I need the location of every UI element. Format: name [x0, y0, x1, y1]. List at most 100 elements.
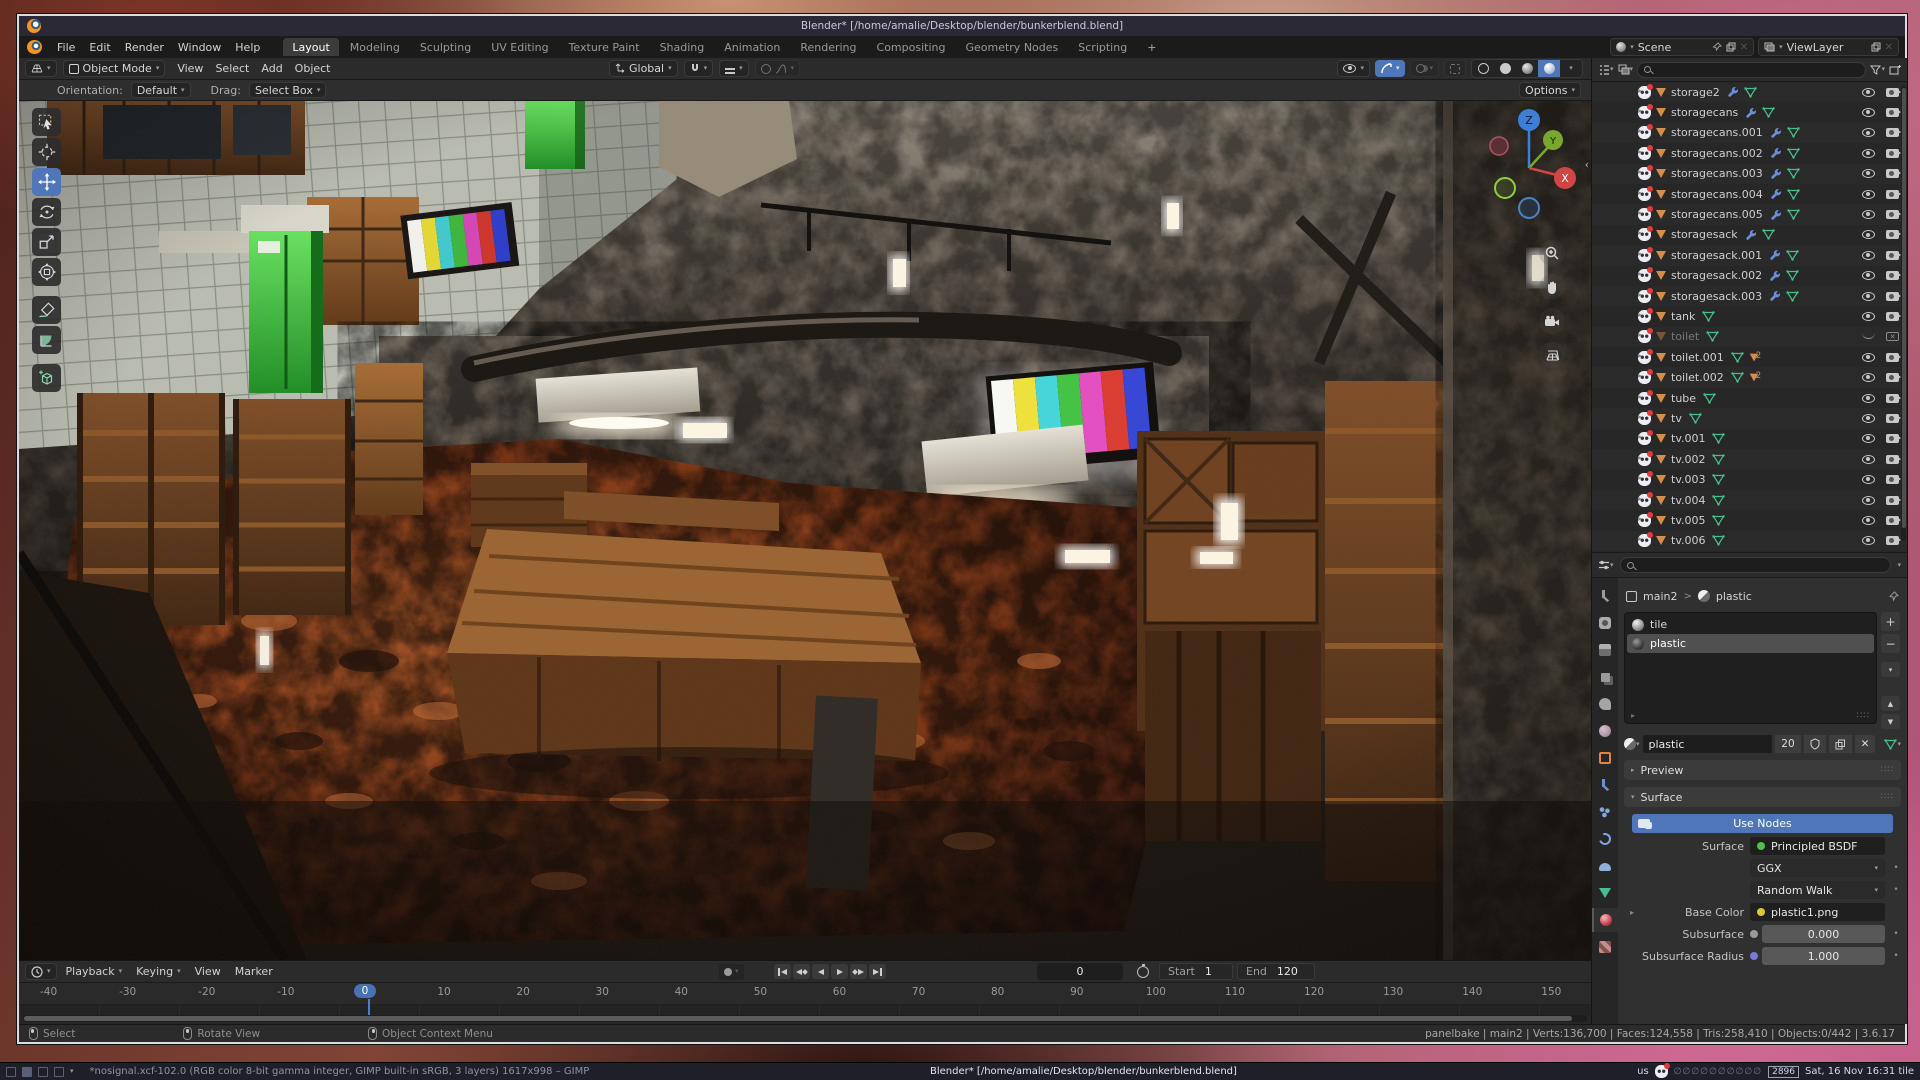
visibility-toggles[interactable]: ▾	[1337, 60, 1370, 77]
render-camera-icon[interactable]	[1886, 455, 1899, 464]
outliner-row[interactable]: ▸ tv.004	[1592, 490, 1907, 510]
outliner-row[interactable]: ▸ storagesack.001	[1592, 245, 1907, 265]
snapping-control[interactable]: ▾	[684, 60, 714, 77]
preview-panel-header[interactable]: ▸ Preview ∷∷	[1624, 760, 1901, 780]
properties-tab[interactable]	[1592, 692, 1618, 716]
visibility-eye-icon[interactable]	[1862, 394, 1875, 403]
object-name[interactable]: tube	[1671, 392, 1696, 405]
remove-viewlayer-icon[interactable]: ✕	[1885, 42, 1893, 53]
slot-expand-icon[interactable]: ▸	[1631, 711, 1635, 721]
properties-tab[interactable]	[1592, 827, 1618, 851]
disclosure-icon[interactable]: ▸	[1638, 106, 1651, 119]
object-name[interactable]: storagesack.003	[1671, 290, 1762, 303]
sidebar-collapse-icon[interactable]: ‹	[1585, 158, 1589, 171]
jump-to-start-button[interactable]	[774, 964, 791, 979]
object-name[interactable]: storagecans.005	[1671, 208, 1763, 221]
mesh-data-icon[interactable]	[1762, 107, 1775, 118]
render-camera-icon[interactable]	[1886, 190, 1899, 199]
add-slot-button[interactable]: +	[1881, 612, 1900, 631]
mesh-data-icon[interactable]	[1731, 352, 1744, 363]
visibility-eye-icon[interactable]	[1862, 88, 1875, 97]
disclosure-icon[interactable]: ▸	[1638, 228, 1651, 241]
visibility-eye-icon[interactable]	[1862, 230, 1875, 239]
render-camera-icon[interactable]	[1886, 128, 1899, 137]
object-name[interactable]: tv.004	[1671, 494, 1705, 507]
modifier-wrench-icon[interactable]	[1770, 127, 1782, 139]
mesh-data-icon[interactable]	[1712, 515, 1725, 526]
workspace-tag[interactable]	[54, 1067, 64, 1077]
visibility-eye-closed-icon[interactable]	[1862, 332, 1875, 339]
grid-perspective-icon[interactable]	[1539, 342, 1565, 368]
viewlayer-browse-icon[interactable]	[1764, 42, 1775, 52]
timeline-ruler[interactable]: -40-30-20-100102030405060708090100110120…	[19, 983, 1591, 1005]
workspace-tab[interactable]: Sculpting	[411, 38, 480, 56]
properties-tab[interactable]	[1592, 854, 1618, 878]
gimp-taskbar-entry[interactable]: *nosignal.xcf-102.0 (RGB color 8-bit gam…	[90, 1066, 590, 1077]
visibility-eye-icon[interactable]	[1862, 455, 1875, 464]
object-name[interactable]: storagecans.004	[1671, 188, 1763, 201]
disclosure-icon[interactable]: ▸	[1638, 290, 1651, 303]
render-camera-icon[interactable]	[1886, 394, 1899, 403]
disclosure-icon[interactable]: ▸	[1638, 86, 1651, 99]
blender-taskbar-entry[interactable]: Blender* [/home/amalie/Desktop/blender/b…	[930, 1066, 1237, 1077]
disclosure-icon[interactable]: ▸	[1638, 249, 1651, 262]
timeline-menu-item[interactable]: Marker	[228, 964, 280, 979]
properties-tab[interactable]	[1592, 800, 1618, 824]
transform-orientation[interactable]: Global ▾	[609, 60, 678, 77]
disclosure-icon[interactable]: ▸	[1638, 208, 1651, 221]
disclosure-icon[interactable]: ▸	[1638, 412, 1651, 425]
material-name-field[interactable]: plastic	[1643, 735, 1773, 753]
object-name[interactable]: storagecans.001	[1671, 126, 1763, 139]
modifier-wrench-icon[interactable]	[1770, 188, 1782, 200]
properties-tab[interactable]	[1592, 746, 1618, 770]
base-color-field[interactable]: plastic1.png	[1750, 903, 1885, 921]
mesh-data-icon[interactable]	[1786, 270, 1799, 281]
copy-material-button[interactable]	[1829, 735, 1852, 753]
breadcrumb-material[interactable]: plastic	[1716, 590, 1752, 603]
visibility-eye-icon[interactable]	[1862, 128, 1875, 137]
resize-grip[interactable]: ∷∷	[1857, 711, 1870, 721]
animate-dot[interactable]: •	[1891, 929, 1901, 939]
disclosure-icon[interactable]: ▸	[1638, 371, 1651, 384]
mesh-data-icon[interactable]	[1712, 454, 1725, 465]
visibility-eye-icon[interactable]	[1862, 292, 1875, 301]
gizmos-toggle[interactable]: ▾	[1375, 60, 1406, 77]
editor-type-selector[interactable]: ▾	[25, 60, 57, 77]
render-camera-icon[interactable]	[1886, 475, 1899, 484]
object-name[interactable]: tv.001	[1671, 432, 1705, 445]
outliner-row[interactable]: ▸ tv.002	[1592, 449, 1907, 469]
subsurface-method-dropdown[interactable]: Random Walk ▾	[1750, 881, 1885, 899]
distribution-dropdown[interactable]: GGX ▾	[1750, 859, 1885, 877]
play-reverse-button[interactable]	[812, 964, 829, 979]
overlays-toggle[interactable]: ▾	[1410, 60, 1439, 77]
mesh-data-icon[interactable]	[1731, 372, 1744, 383]
workspace-tab[interactable]: Geometry Nodes	[956, 38, 1067, 56]
mesh-data-icon[interactable]	[1762, 229, 1775, 240]
breadcrumb-object[interactable]: main2	[1643, 590, 1677, 603]
remove-slot-button[interactable]: −	[1881, 634, 1900, 653]
menu-item[interactable]: Edit	[82, 39, 117, 56]
stopwatch-icon[interactable]	[1137, 966, 1149, 978]
viewport-menu-item[interactable]: Select	[209, 61, 255, 76]
timeline-editor-selector[interactable]: ▾	[25, 963, 57, 980]
disclosure-icon[interactable]: ▸	[1638, 534, 1651, 547]
object-name[interactable]: toilet.001	[1671, 351, 1724, 364]
material-slot[interactable]: tile	[1627, 615, 1874, 634]
outliner-scrollbar[interactable]	[1901, 86, 1906, 541]
viewport-render[interactable]	[19, 101, 1592, 960]
outliner-display-mode[interactable]: ▾	[1618, 64, 1634, 75]
workspace-tab[interactable]: Modeling	[341, 38, 409, 56]
tool-measure[interactable]	[32, 326, 61, 354]
expand-icon[interactable]: ▸	[1624, 908, 1634, 917]
mesh-data-icon[interactable]	[1786, 291, 1799, 302]
disclosure-icon[interactable]: ▸	[1638, 126, 1651, 139]
menu-item[interactable]: Render	[118, 39, 171, 56]
outliner-row[interactable]: ▸ toilet.001 2	[1592, 347, 1907, 367]
outliner-row[interactable]: ▸ storagesack	[1592, 225, 1907, 245]
blender-menu-icon[interactable]	[27, 40, 42, 54]
menu-item[interactable]: File	[50, 39, 82, 56]
mesh-data-icon[interactable]	[1712, 495, 1725, 506]
outliner-filter-button[interactable]: ▾	[1870, 65, 1885, 75]
outliner-row[interactable]: ▸ tv.005	[1592, 510, 1907, 530]
outliner-row[interactable]: ▸ storagecans.003	[1592, 164, 1907, 184]
